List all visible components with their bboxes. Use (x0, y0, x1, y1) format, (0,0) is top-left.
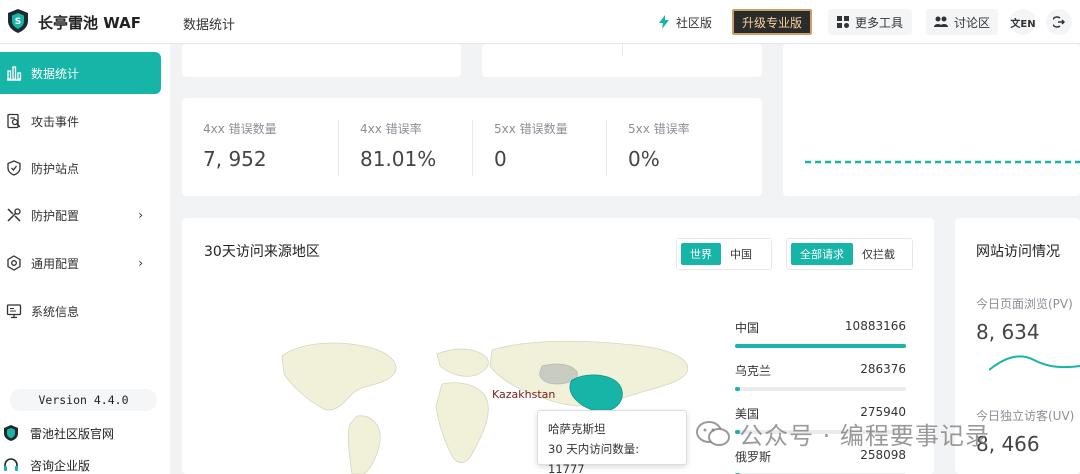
community-label: 社区版 (676, 15, 713, 30)
shield-logo-icon[interactable]: S (6, 8, 30, 34)
top-header: S 长亭雷池 WAF 数据统计 社区版 升级专业版 更多工具 讨论区 文EN (0, 0, 1080, 44)
upgrade-pro-button[interactable]: 升级专业版 (732, 9, 812, 35)
tooltip-title: 哈萨克斯坦 (548, 422, 606, 436)
filter-toggle: 全部请求 仅拦截 (786, 238, 913, 270)
svg-text:S: S (15, 17, 21, 27)
rank-count: 10883166 (844, 319, 906, 333)
divider (606, 120, 607, 176)
more-tools-button[interactable]: 更多工具 (828, 9, 912, 35)
sidebar-item-label: 数据统计 (31, 66, 80, 81)
sidebar-item-label: 系统信息 (31, 304, 80, 319)
language-switch-button[interactable]: 文EN (1010, 9, 1036, 35)
users-icon (933, 16, 948, 28)
sidebar-item-label: 攻击事件 (31, 114, 80, 129)
official-site-link[interactable]: 雷池社区版官网 (2, 424, 114, 442)
translate-icon: 文EN (1010, 18, 1036, 30)
enterprise-consult-link[interactable]: 咨询企业版 (2, 456, 90, 474)
rank-row-russia: 俄罗斯 258098 (735, 448, 906, 474)
sidebar-item-protection-config[interactable]: 防护配置 › (0, 194, 161, 236)
community-edition-button[interactable]: 社区版 (648, 9, 722, 35)
rank-count: 286376 (860, 362, 906, 376)
logout-button[interactable] (1046, 9, 1072, 35)
sidebar-item-label: 防护站点 (31, 161, 80, 176)
bar-chart-icon (6, 65, 22, 81)
rank-name: 中国 (735, 321, 760, 335)
pv-value: 8, 634 (976, 320, 1040, 344)
shield-check-icon (6, 160, 22, 176)
sidebar-item-label: 通用配置 (31, 256, 80, 271)
headset-icon (4, 458, 18, 471)
tooltip-text: 30 天内访问数量: 11777 (548, 442, 640, 474)
stat-label: 4xx 错误率 (360, 122, 422, 136)
divider (622, 44, 623, 56)
logout-icon (1053, 16, 1065, 28)
trend-line-chart (805, 160, 1080, 164)
apps-icon (836, 16, 849, 28)
stat-label: 5xx 错误率 (628, 122, 690, 136)
stat-label: 5xx 错误数量 (494, 122, 568, 136)
tab-all-requests[interactable]: 全部请求 (791, 243, 853, 265)
pv-label: 今日页面浏览(PV) (976, 297, 1073, 311)
scope-toggle: 世界 中国 (676, 238, 772, 270)
error-stats-card: 4xx 错误数量 7, 952 4xx 错误率 81.01% 5xx 错误数量 … (182, 98, 762, 196)
rank-name: 乌克兰 (735, 364, 772, 378)
rank-bar (735, 344, 906, 348)
lightning-icon (658, 15, 670, 29)
stat-5xx-count: 5xx 错误数量 0 (494, 120, 568, 171)
page-title: 数据统计 (183, 18, 236, 33)
divider (338, 120, 339, 176)
trend-card (783, 44, 1080, 196)
forum-label: 讨论区 (953, 15, 990, 30)
more-tools-label: 更多工具 (854, 15, 903, 30)
rank-bar (735, 387, 906, 391)
rank-row-china: 中国 10883166 (735, 319, 906, 348)
rank-fill (735, 344, 906, 348)
tools-icon (6, 207, 22, 223)
stats-card-top-left (182, 44, 461, 77)
sidebar-item-attack-events[interactable]: 攻击事件 (0, 100, 161, 142)
rank-fill (735, 387, 741, 391)
uv-label: 今日独立访客(UV) (976, 409, 1075, 423)
sidebar-item-protected-sites[interactable]: 防护站点 (0, 147, 161, 189)
stat-value: 0 (494, 147, 507, 171)
version-badge: Version 4.4.0 (10, 389, 157, 411)
stat-value: 0% (628, 147, 660, 171)
monitor-icon (6, 303, 22, 319)
rank-row-ukraine: 乌克兰 286376 (735, 362, 906, 391)
forum-button[interactable]: 讨论区 (926, 9, 998, 35)
tab-china[interactable]: 中国 (721, 243, 761, 265)
chevron-right-icon: › (138, 208, 143, 222)
official-site-label: 雷池社区版官网 (30, 426, 115, 441)
map-label-kazakhstan: Kazakhstan (492, 388, 556, 401)
tab-blocked-only[interactable]: 仅拦截 (853, 243, 904, 265)
map-tooltip: 哈萨克斯坦 30 天内访问数量: 11777 (537, 410, 687, 474)
stat-4xx-rate: 4xx 错误率 81.01% (360, 120, 436, 171)
sidebar: 数据统计 攻击事件 防护站点 防护配置 › 通用配置 › 系统信息 Versio… (0, 44, 170, 474)
region-title: 30天访问来源地区 (204, 244, 320, 260)
watermark-text: 公众号 · 编程要事记录 (739, 422, 990, 450)
app-brand[interactable]: 长亭雷池 WAF (38, 12, 141, 33)
divider (472, 120, 473, 176)
visits-title: 网站访问情况 (976, 244, 1060, 260)
sidebar-item-label: 防护配置 (31, 208, 80, 223)
stat-label: 4xx 错误数量 (203, 122, 277, 136)
shield-logo-icon (4, 425, 18, 441)
document-search-icon (6, 113, 22, 129)
watermark: 公众号 · 编程要事记录 (695, 416, 990, 451)
stat-5xx-rate: 5xx 错误率 0% (628, 120, 690, 171)
gear-hex-icon (6, 255, 22, 271)
stats-card-top-right (482, 44, 762, 77)
stat-4xx-count: 4xx 错误数量 7, 952 (203, 120, 277, 171)
pv-sparkline (989, 355, 1080, 371)
wechat-icon (696, 420, 730, 446)
tab-world[interactable]: 世界 (681, 243, 721, 265)
enterprise-consult-label: 咨询企业版 (30, 458, 91, 473)
sidebar-item-system-info[interactable]: 系统信息 (0, 290, 161, 332)
stat-value: 7, 952 (203, 147, 267, 171)
chevron-right-icon: › (138, 256, 143, 270)
stat-value: 81.01% (360, 147, 437, 171)
sidebar-item-general-config[interactable]: 通用配置 › (0, 242, 161, 284)
sidebar-item-statistics[interactable]: 数据统计 (0, 52, 161, 94)
